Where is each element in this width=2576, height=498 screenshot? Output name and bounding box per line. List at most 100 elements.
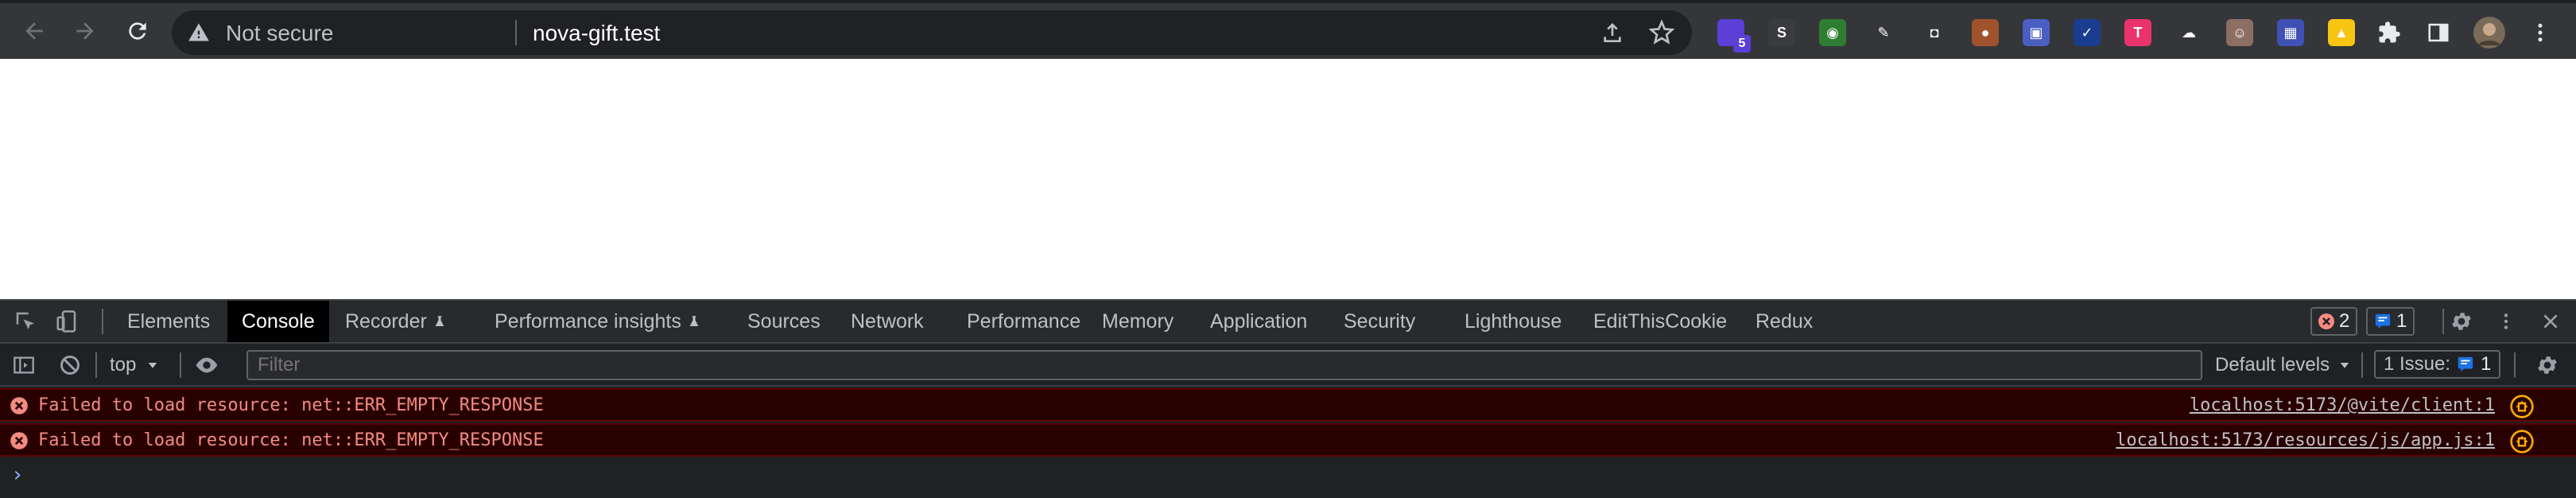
tab-network[interactable]: Network — [836, 301, 938, 342]
console-settings-button[interactable] — [2533, 351, 2562, 379]
extension-globe-icon[interactable]: ◉ — [1819, 19, 1846, 46]
tab-label: Performance — [967, 310, 1081, 333]
address-bar[interactable]: Not secure nova-gift.test — [172, 10, 1692, 55]
tab-label: Recorder — [345, 310, 427, 333]
tab-lighthouse[interactable]: Lighthouse — [1450, 301, 1576, 342]
tab-elements[interactable]: Elements — [113, 301, 224, 342]
tab-sources[interactable]: Sources — [733, 301, 835, 342]
extensions-menu-button[interactable] — [2369, 13, 2409, 53]
forward-button[interactable] — [65, 11, 105, 51]
console-divider-3 — [2361, 352, 2363, 378]
tab-label: Network — [851, 310, 924, 333]
caret-down-icon — [149, 363, 157, 368]
extension-glyph: ☁ — [2182, 24, 2196, 41]
flask-icon — [689, 316, 699, 326]
tabbar-divider-right — [2442, 309, 2444, 334]
extension-s-icon[interactable]: S — [1768, 19, 1795, 46]
devtools-panel: Elements Console Recorder Performance insig… — [0, 299, 2576, 498]
tab-console[interactable]: Console — [227, 301, 329, 342]
share-icon[interactable] — [1600, 20, 1625, 45]
profile-avatar[interactable] — [2469, 13, 2509, 53]
bookmark-star-icon[interactable] — [1649, 20, 1674, 45]
omnibox-divider — [515, 20, 517, 45]
back-button[interactable] — [14, 11, 54, 51]
reload-icon — [129, 22, 146, 40]
tab-application[interactable]: Application — [1196, 301, 1321, 342]
log-levels-dropdown[interactable]: Default levels — [2215, 354, 2352, 376]
extension-window-icon[interactable]: ▣ — [2023, 19, 2050, 46]
clear-console-button[interactable] — [56, 351, 84, 379]
console-divider — [95, 352, 97, 378]
arrow-right-icon — [76, 22, 94, 40]
tab-performance[interactable]: Performance — [952, 301, 1095, 342]
tab-label: Redux — [1755, 310, 1814, 333]
flask-icon — [435, 316, 444, 326]
device-toolbar-button[interactable] — [52, 307, 81, 336]
tab-redux[interactable]: Redux — [1741, 301, 1827, 342]
live-expression-button[interactable] — [192, 351, 221, 379]
bug-report-icon[interactable] — [2509, 394, 2535, 419]
extension-check-icon[interactable]: ✓ — [2074, 19, 2101, 46]
caret-down-icon — [2340, 363, 2349, 368]
extension-face-icon[interactable]: ☺ — [2226, 19, 2253, 46]
message-counter[interactable]: 1 — [2366, 307, 2415, 336]
extension-glyph: ◉ — [1826, 24, 1839, 41]
extension-camera-icon[interactable]: ◘ — [1921, 19, 1948, 46]
tab-label: Security — [1344, 310, 1416, 333]
console-prompt[interactable]: › — [11, 463, 24, 487]
tab-security[interactable]: Security — [1329, 301, 1430, 342]
gear-icon — [2538, 356, 2557, 374]
console-message-source[interactable]: localhost:5173/resources/js/app.js:1 — [2116, 430, 2495, 450]
extension-pen-icon[interactable]: ✎ — [1870, 19, 1897, 46]
console-message-text: Failed to load resource: net::ERR_EMPTY_… — [38, 395, 544, 415]
kebab-menu-icon — [2504, 313, 2508, 329]
url-text[interactable]: nova-gift.test — [533, 21, 660, 46]
tab-label: EditThisCookie — [1593, 310, 1728, 333]
context-selector[interactable]: top — [110, 354, 160, 376]
security-label[interactable]: Not secure — [226, 21, 333, 46]
extension-glyph: ▣ — [2029, 24, 2043, 41]
extension-badge: 5 — [1733, 35, 1751, 53]
puzzle-icon — [2379, 21, 2400, 43]
browser-menu-button[interactable] — [2520, 13, 2560, 53]
extension-glyph: ☺ — [2232, 24, 2248, 41]
device-icon — [56, 310, 76, 333]
tab-performance-insights[interactable]: Performance insights — [480, 301, 713, 342]
tab-recorder[interactable]: Recorder — [331, 301, 459, 342]
extension-yellow-icon[interactable]: ▲ — [2328, 19, 2355, 46]
extension-t-icon[interactable]: T — [2124, 19, 2151, 46]
tab-memory[interactable]: Memory — [1088, 301, 1188, 342]
issues-count: 1 — [2481, 353, 2492, 375]
message-count: 1 — [2396, 310, 2407, 332]
tab-editthiscookie[interactable]: EditThisCookie — [1579, 301, 1741, 342]
kebab-menu-icon — [2538, 23, 2543, 42]
error-icon — [10, 432, 28, 449]
console-sidebar-button[interactable] — [10, 351, 38, 379]
eye-icon — [196, 357, 218, 373]
extension-glyph: ✎ — [1877, 24, 1890, 41]
console-message-text: Failed to load resource: net::ERR_EMPTY_… — [38, 430, 544, 450]
console-message-source[interactable]: localhost:5173/@vite/client:1 — [2190, 395, 2495, 415]
console-message: Failed to load resource: net::ERR_EMPTY_… — [0, 423, 2576, 457]
console-filter-input[interactable] — [246, 350, 2202, 380]
extension-glyph: ● — [1980, 24, 1990, 41]
gear-icon — [2452, 313, 2471, 330]
reload-button[interactable] — [118, 11, 157, 51]
message-icon — [2375, 313, 2391, 329]
tab-label: Memory — [1102, 310, 1174, 333]
tab-label: Application — [1210, 310, 1308, 333]
devtools-menu-button[interactable] — [2492, 307, 2520, 336]
devtools-close-button[interactable] — [2536, 307, 2565, 336]
inspect-element-button[interactable] — [11, 307, 40, 336]
side-panel-icon — [2428, 23, 2449, 42]
extension-cloud-icon[interactable]: ☁ — [2175, 19, 2202, 46]
issues-button[interactable]: 1 Issue: 1 — [2374, 350, 2501, 379]
side-panel-button[interactable] — [2419, 13, 2458, 53]
error-counter[interactable]: 2 — [2310, 307, 2358, 336]
extension-purple-icon[interactable]: 5 — [1717, 19, 1751, 53]
devtools-settings-button[interactable] — [2447, 307, 2476, 336]
bug-report-icon[interactable] — [2509, 429, 2535, 454]
extension-grid-icon[interactable]: ▦ — [2277, 19, 2304, 46]
extension-glyph: ◘ — [1930, 24, 1939, 41]
extension-cookie-icon[interactable]: ● — [1972, 19, 1999, 46]
